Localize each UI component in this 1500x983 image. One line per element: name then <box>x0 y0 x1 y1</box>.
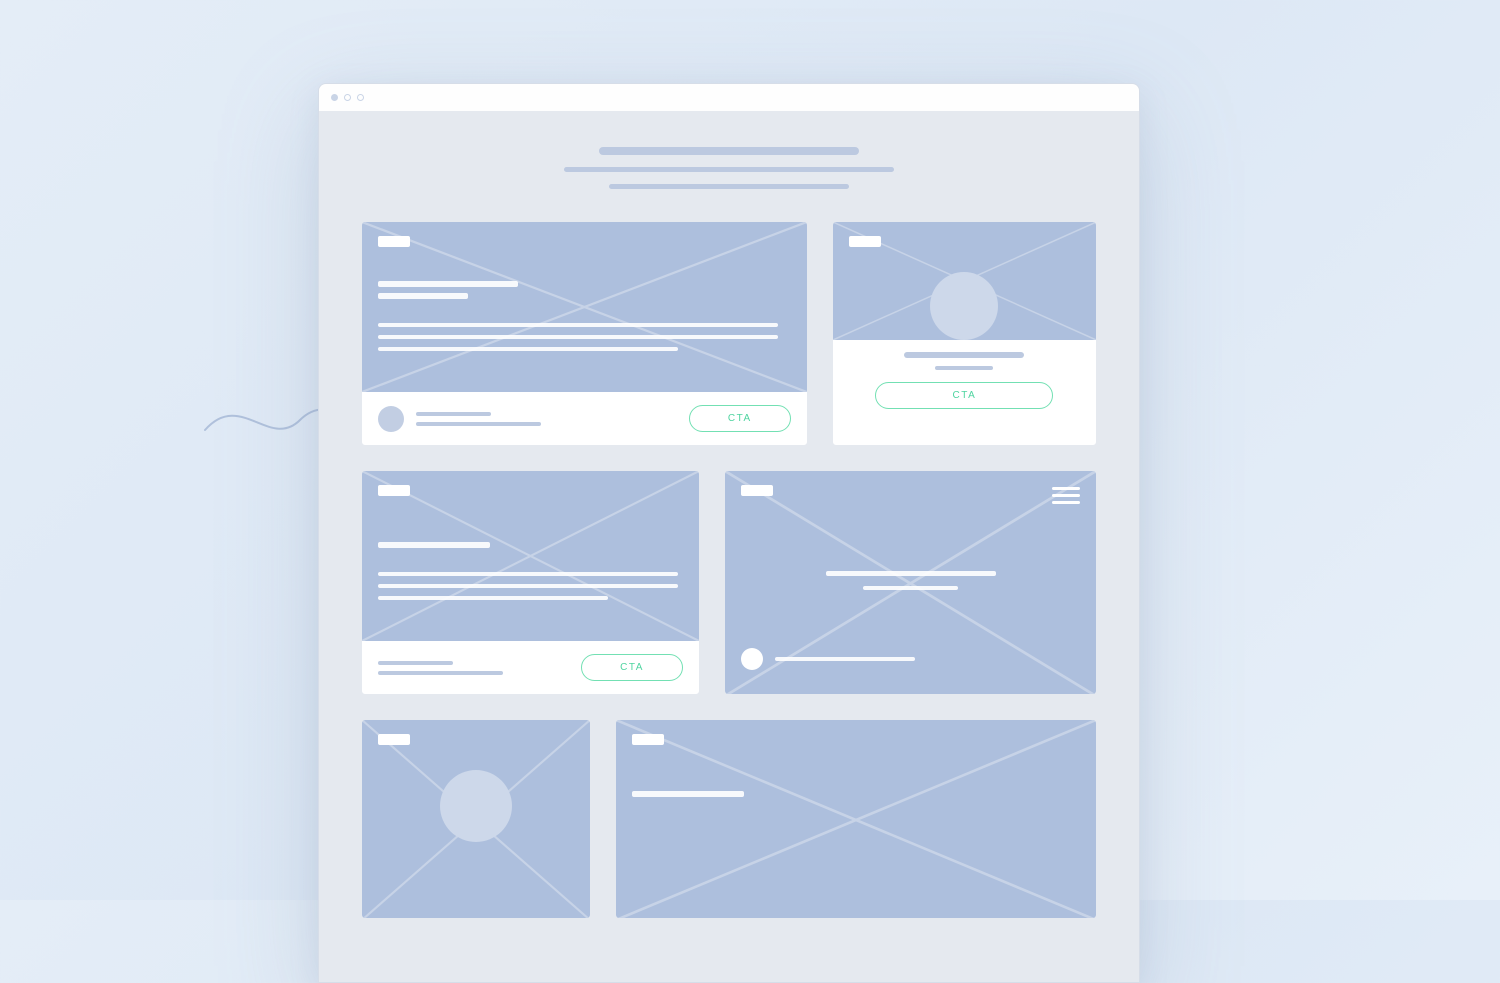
card-meta-placeholder <box>378 661 453 665</box>
window-control-close[interactable] <box>331 94 338 101</box>
card-text-placeholder <box>378 347 678 351</box>
card-text-placeholder <box>378 323 778 327</box>
author-name-placeholder <box>775 657 915 661</box>
card-tag-placeholder <box>378 734 410 745</box>
profile-name-placeholder <box>904 352 1024 358</box>
feature-card-large[interactable]: CTA <box>361 221 808 446</box>
window-control-minimize[interactable] <box>344 94 351 101</box>
hero-card[interactable] <box>724 470 1097 695</box>
card-meta-placeholder <box>378 671 503 675</box>
cta-button[interactable]: CTA <box>689 405 791 432</box>
author-avatar-placeholder <box>741 648 763 670</box>
hero-subtitle-placeholder <box>863 586 958 590</box>
card-text-placeholder <box>378 335 778 339</box>
browser-window: CTA CTA <box>318 83 1140 983</box>
window-control-maximize[interactable] <box>357 94 364 101</box>
profile-avatar-placeholder <box>440 770 512 842</box>
hero-title-placeholder <box>826 571 996 576</box>
page-subtitle-placeholder <box>564 167 894 172</box>
page-title-placeholder <box>599 147 859 155</box>
author-name-placeholder <box>416 412 491 416</box>
card-heading-placeholder <box>378 293 468 299</box>
author-avatar-placeholder <box>378 406 404 432</box>
cta-button[interactable]: CTA <box>581 654 683 681</box>
card-text-placeholder <box>378 572 678 576</box>
card-grid: CTA CTA <box>319 209 1139 919</box>
article-card[interactable]: CTA <box>361 470 700 695</box>
card-tag-placeholder <box>741 485 773 496</box>
card-tag-placeholder <box>632 734 664 745</box>
card-text-placeholder <box>378 584 678 588</box>
card-tag-placeholder <box>378 485 410 496</box>
content-card[interactable] <box>615 719 1097 919</box>
card-tag-placeholder <box>378 236 410 247</box>
profile-avatar-placeholder <box>930 272 998 340</box>
card-tag-placeholder <box>849 236 881 247</box>
card-heading-placeholder <box>378 281 518 287</box>
page-subtitle-placeholder <box>609 184 849 189</box>
window-title-bar <box>319 84 1139 112</box>
author-meta-placeholder <box>416 422 541 426</box>
card-text-placeholder <box>378 596 608 600</box>
card-heading-placeholder <box>378 542 490 548</box>
menu-icon[interactable] <box>1052 487 1080 504</box>
profile-meta-placeholder <box>935 366 993 370</box>
page-header <box>319 112 1139 209</box>
card-heading-placeholder <box>632 791 744 797</box>
cta-button[interactable]: CTA <box>875 382 1053 409</box>
profile-card[interactable]: CTA <box>832 221 1097 446</box>
profile-card-small[interactable] <box>361 719 591 919</box>
